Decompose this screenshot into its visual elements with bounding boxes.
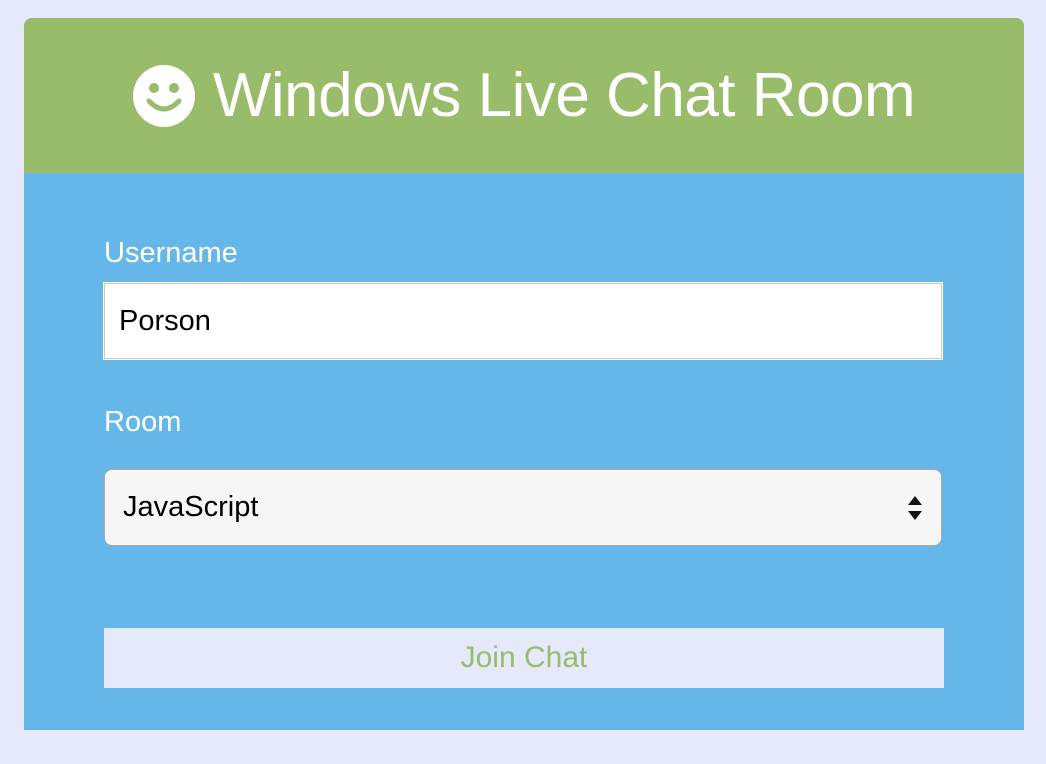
chat-join-card: Windows Live Chat Room Username Room Jav… (24, 18, 1024, 730)
room-select[interactable]: JavaScript (104, 469, 942, 546)
username-label: Username (104, 237, 238, 269)
room-label: Room (104, 406, 182, 438)
join-chat-button[interactable]: Join Chat (104, 628, 944, 688)
room-selected-value: JavaScript (123, 491, 259, 523)
header-bar: Windows Live Chat Room (24, 18, 1024, 173)
username-input[interactable] (103, 282, 943, 360)
page-title: Windows Live Chat Room (212, 60, 916, 130)
smiley-icon (132, 64, 195, 127)
select-arrows-icon (907, 494, 923, 522)
